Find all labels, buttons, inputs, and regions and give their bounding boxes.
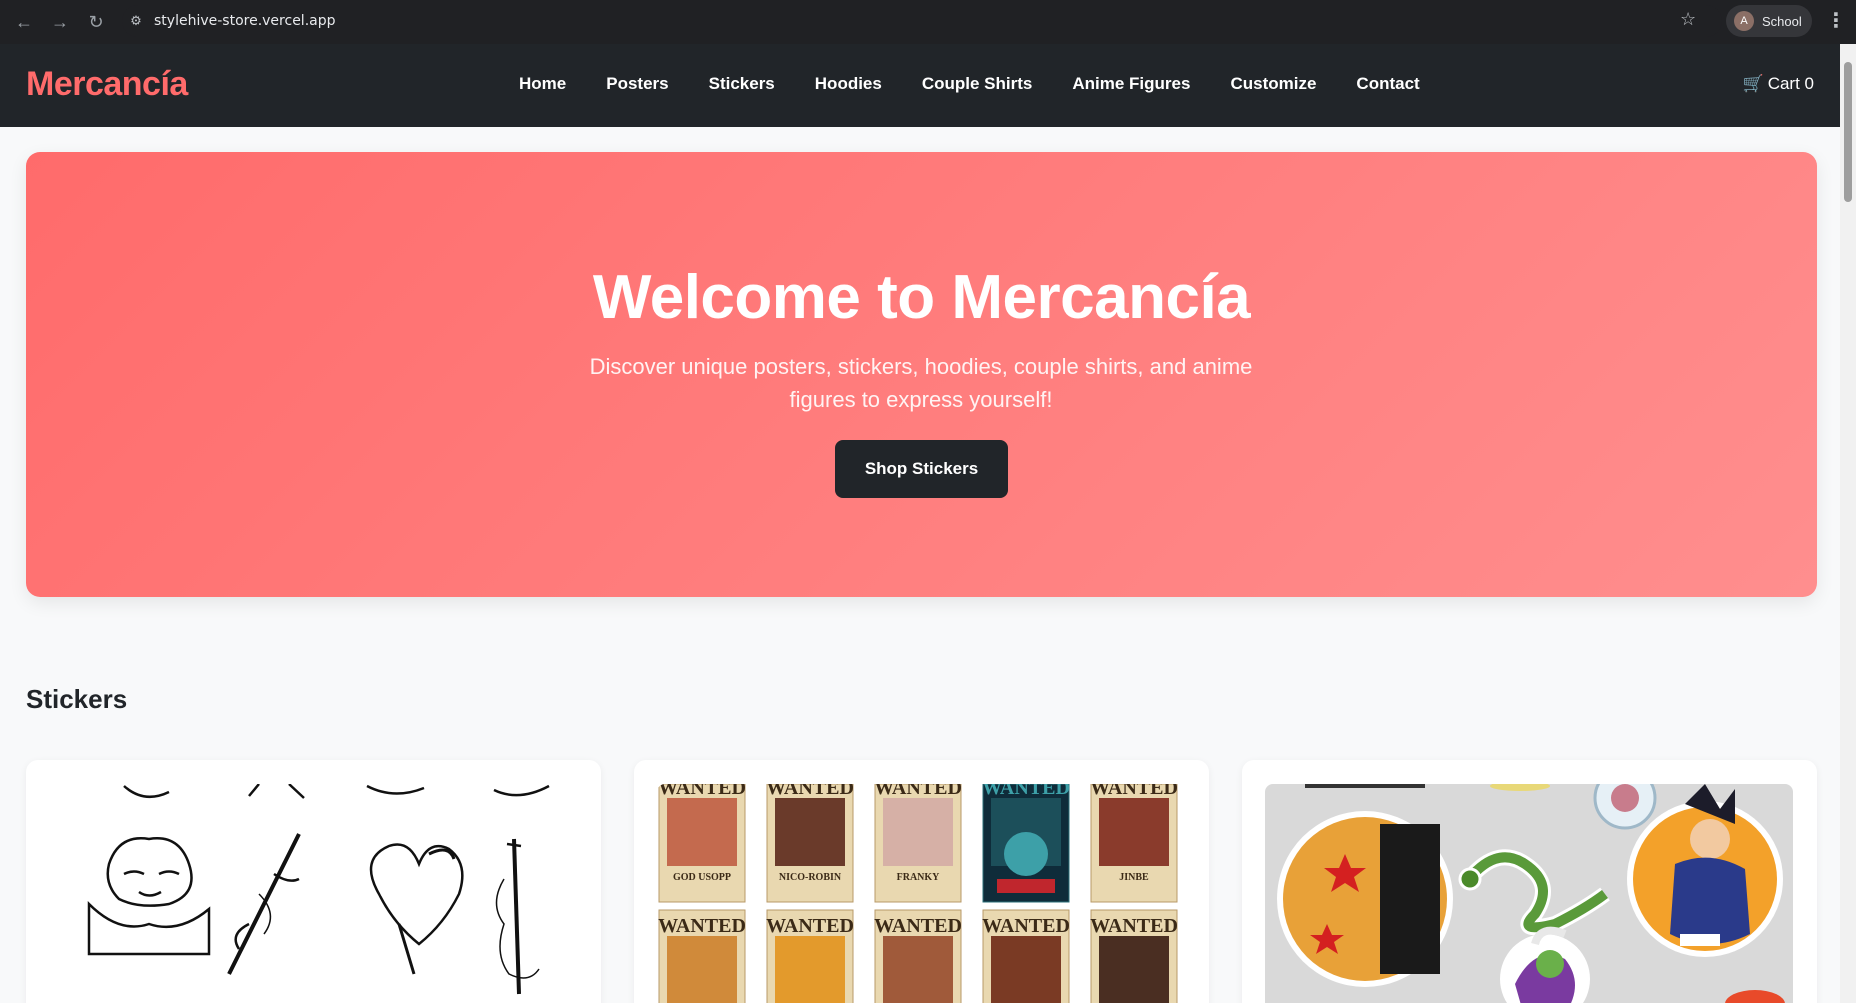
- product-image: [49, 784, 577, 1003]
- forward-icon[interactable]: →: [43, 5, 77, 39]
- product-card[interactable]: [26, 760, 601, 1003]
- reload-icon[interactable]: ↻: [79, 5, 113, 39]
- address-bar[interactable]: ⚙ stylehive-store.vercel.app: [122, 5, 1722, 37]
- wanted-label: WANTED: [766, 784, 854, 799]
- cart-label: Cart 0: [1767, 74, 1814, 93]
- product-card[interactable]: WANTED WANTED WANTED WANTED WANTED WANTE…: [634, 760, 1209, 1003]
- hero-banner: Welcome to Mercancía Discover unique pos…: [26, 152, 1817, 597]
- dragon-ball-stickers-image: [1277, 784, 1785, 1003]
- wanted-label: WANTED: [874, 915, 962, 937]
- back-icon[interactable]: ←: [7, 5, 41, 39]
- hero-title: Welcome to Mercancía: [592, 263, 1251, 332]
- wanted-label: WANTED: [658, 915, 746, 937]
- scrollbar-thumb[interactable]: [1844, 62, 1852, 202]
- bookmark-star-icon[interactable]: ☆: [1680, 9, 1696, 30]
- nav-customize[interactable]: Customize: [1230, 74, 1316, 94]
- poster-caption: FRANKY: [897, 872, 941, 883]
- browser-toolbar: ← → ↻ ⚙ stylehive-store.vercel.app ☆ A S…: [0, 0, 1856, 44]
- nav-contact[interactable]: Contact: [1356, 74, 1419, 94]
- wanted-label: WANTED: [658, 784, 746, 799]
- wanted-label: WANTED: [1090, 784, 1178, 799]
- product-image: WANTED WANTED WANTED WANTED WANTED WANTE…: [657, 784, 1185, 1003]
- wanted-label: WANTED: [982, 915, 1070, 937]
- avatar: A: [1734, 11, 1754, 31]
- menu-kebab-icon[interactable]: ⋮: [1826, 8, 1846, 33]
- nav-anime-figures[interactable]: Anime Figures: [1072, 74, 1190, 94]
- hero-subtitle: Discover unique posters, stickers, hoodi…: [589, 354, 1253, 412]
- line-art-stickers-image: [87, 784, 550, 995]
- product-card[interactable]: [1242, 760, 1817, 1003]
- nav-stickers[interactable]: Stickers: [709, 74, 775, 94]
- brand-logo[interactable]: Mercancía: [26, 65, 188, 104]
- poster-caption: JINBE: [1119, 872, 1149, 883]
- nav-hoodies[interactable]: Hoodies: [815, 74, 882, 94]
- wanted-label: WANTED: [874, 784, 962, 799]
- nav-home[interactable]: Home: [519, 74, 566, 94]
- main-nav: Home Posters Stickers Hoodies Couple Shi…: [500, 74, 1420, 94]
- poster-caption: NICO-ROBIN: [779, 872, 842, 883]
- wanted-label: WANTED: [766, 915, 854, 937]
- wanted-label: WANTED: [982, 784, 1070, 799]
- nav-posters[interactable]: Posters: [606, 74, 668, 94]
- page-scrollbar[interactable]: [1840, 44, 1856, 1003]
- product-image: [1265, 784, 1793, 1003]
- section-title: Stickers: [26, 684, 128, 714]
- poster-caption: GOD USOPP: [673, 872, 731, 883]
- site-header: Mercancía Home Posters Stickers Hoodies …: [0, 44, 1840, 127]
- cart-icon: 🛒: [1742, 74, 1764, 93]
- profile-button[interactable]: A School: [1726, 5, 1812, 37]
- profile-name: School: [1762, 13, 1802, 29]
- shop-stickers-button[interactable]: Shop Stickers: [835, 440, 1008, 498]
- site-settings-icon[interactable]: ⚙: [122, 13, 150, 29]
- cart-link[interactable]: 🛒 Cart 0: [1743, 74, 1814, 94]
- wanted-label: WANTED: [1090, 915, 1178, 937]
- wanted-posters-image: WANTED WANTED WANTED WANTED WANTED WANTE…: [658, 784, 1178, 1003]
- nav-couple-shirts[interactable]: Couple Shirts: [922, 74, 1033, 94]
- url-text: stylehive-store.vercel.app: [154, 13, 336, 29]
